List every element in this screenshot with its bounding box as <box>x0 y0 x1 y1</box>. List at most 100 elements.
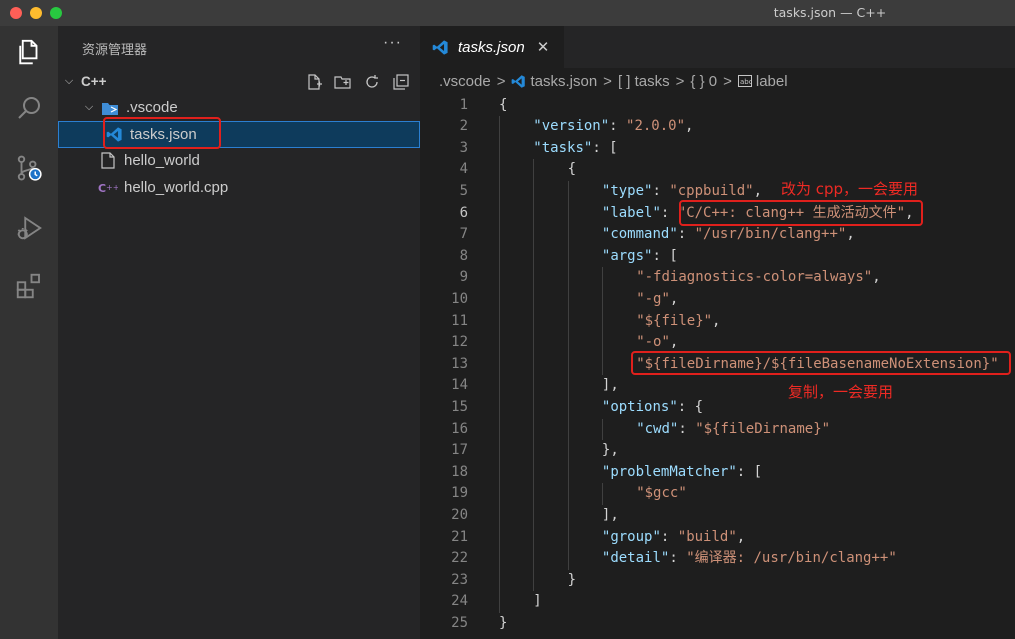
code-line[interactable]: 16 "cwd": "${fileDirname}" <box>420 419 1015 441</box>
line-number: 9 <box>459 269 468 286</box>
code-token: "编译器: /usr/bin/clang++" <box>686 550 897 567</box>
code-line[interactable]: 17}, <box>420 440 1015 462</box>
vscode-json-icon <box>511 74 526 89</box>
code-token: : <box>669 550 687 567</box>
sidebar-item-label: hello_world <box>124 152 200 169</box>
code-line[interactable]: 10 "-g", <box>420 289 1015 311</box>
breadcrumb-item[interactable]: .vscode <box>439 73 491 90</box>
breadcrumb-separator: > <box>675 72 685 90</box>
sidebar-item-hello-world[interactable]: hello_world <box>58 147 420 174</box>
code-line[interactable]: 3 "tasks": [ <box>420 138 1015 160</box>
code-text: ], <box>602 375 619 397</box>
line-number: 17 <box>451 442 468 459</box>
close-window-button[interactable] <box>10 7 22 19</box>
breadcrumb-item[interactable]: label <box>756 73 788 90</box>
sidebar-item-label: .vscode <box>126 99 178 116</box>
tab-label: tasks.json <box>458 38 525 56</box>
code-token: "-fdiagnostics-color=always" <box>636 269 873 286</box>
cpp-file-icon: C ++ <box>98 178 118 198</box>
code-line[interactable]: 1{ <box>420 95 1015 117</box>
code-line[interactable]: 9 "-fdiagnostics-color=always", <box>420 267 1015 289</box>
line-number: 18 <box>451 463 468 480</box>
code-editor[interactable]: 1{2 "version": "2.0.0", 3 "tasks": [4{5 "typ… <box>420 94 1015 639</box>
vscode-json-icon <box>432 39 449 56</box>
code-line[interactable]: 19 "$gcc" <box>420 483 1015 505</box>
code-line[interactable]: 20], <box>420 505 1015 527</box>
source-control-icon[interactable] <box>0 144 58 192</box>
line-number: 15 <box>451 399 468 415</box>
tab-tasks-json[interactable]: tasks.json ✕ <box>420 26 564 68</box>
more-actions-button[interactable]: ··· <box>383 34 402 52</box>
code-token: "build" <box>677 528 737 545</box>
line-number: 4 <box>459 161 468 178</box>
code-token: "${fileDirname}" <box>695 420 831 437</box>
code-line[interactable]: 8 "args": [ <box>420 246 1015 268</box>
new-file-icon[interactable] <box>305 73 323 91</box>
minimize-window-button[interactable] <box>30 7 42 19</box>
folder-header[interactable]: ⌵ C++ <box>58 68 420 95</box>
code-line[interactable]: 7 "command": "/usr/bin/clang++", <box>420 224 1015 246</box>
extensions-icon[interactable] <box>0 262 58 310</box>
code-token: : [ <box>652 247 678 264</box>
code-text: "${file}", <box>636 311 720 333</box>
code-line[interactable]: 11 "${file}", <box>420 311 1015 333</box>
collapse-all-icon[interactable] <box>392 73 410 91</box>
code-text: } <box>568 570 576 592</box>
new-folder-icon[interactable] <box>334 73 352 91</box>
code-token: , <box>753 183 763 199</box>
code-token: "group" <box>601 528 661 545</box>
highlight-box-label <box>679 200 923 226</box>
breadcrumb-item[interactable]: { } 0 <box>690 73 717 90</box>
code-text: ], <box>602 505 619 527</box>
line-number: 16 <box>451 420 468 437</box>
code-line[interactable]: 15 "options": { <box>420 397 1015 419</box>
highlight-box-tasks-json <box>103 117 221 149</box>
folder-icon <box>100 98 120 118</box>
code-token: : <box>660 204 678 221</box>
code-token: : [ <box>736 463 763 480</box>
svg-text:abc: abc <box>740 78 752 86</box>
code-line[interactable]: 21 "group": "build", <box>420 527 1015 549</box>
breadcrumb-item[interactable]: [ ] tasks <box>618 73 670 90</box>
code-token: { <box>567 161 577 178</box>
code-token: "options" <box>601 399 678 415</box>
line-number: 8 <box>459 247 468 264</box>
breadcrumb-item[interactable]: tasks.json <box>530 73 597 90</box>
code-token: : <box>609 118 627 135</box>
code-token: , <box>669 291 679 307</box>
refresh-icon[interactable] <box>363 73 381 91</box>
code-token: "cwd" <box>636 420 679 437</box>
code-line[interactable]: 25} <box>420 613 1015 635</box>
code-line[interactable]: 14], <box>420 375 1015 397</box>
code-text: "-fdiagnostics-color=always", <box>636 267 880 289</box>
code-line[interactable]: 23} <box>420 570 1015 592</box>
code-token: ], <box>601 377 619 394</box>
line-number: 13 <box>451 355 468 372</box>
code-token: "${file}" <box>636 312 713 329</box>
code-line[interactable]: 22 "detail": "编译器: /usr/bin/clang++" <box>420 548 1015 570</box>
code-text: "version": "2.0.0", <box>533 116 693 138</box>
code-line[interactable]: 18 "problemMatcher": [ <box>420 462 1015 484</box>
sidebar-item-hello-world-cpp[interactable]: C ++ hello_world.cpp <box>58 174 420 201</box>
code-line[interactable]: 24] <box>420 591 1015 613</box>
maximize-window-button[interactable] <box>50 7 62 19</box>
search-icon[interactable] <box>0 84 58 132</box>
folder-name: C++ <box>81 74 107 89</box>
chevron-down-icon: ⌵ <box>84 101 94 113</box>
code-token: { <box>499 96 508 113</box>
code-token: : { <box>677 399 704 415</box>
code-text: ] <box>533 591 541 613</box>
code-token: } <box>567 571 577 588</box>
close-tab-button[interactable]: ✕ <box>537 38 550 56</box>
explorer-icon[interactable] <box>0 28 58 76</box>
breadcrumb-separator: > <box>496 72 506 90</box>
run-debug-icon[interactable] <box>0 204 58 252</box>
line-number: 11 <box>451 312 468 329</box>
code-token: "2.0.0" <box>626 118 686 135</box>
code-line[interactable]: 4{ <box>420 159 1015 181</box>
code-line[interactable]: 2 "version": "2.0.0", <box>420 116 1015 138</box>
annotation-label-note: 改为 cpp，一会要用 <box>781 180 919 198</box>
code-token: , <box>712 312 721 329</box>
explorer-sidebar: 资源管理器 ··· ⌵ C++ ⌵ .vscode tasks.json hel… <box>58 26 420 639</box>
code-token: ], <box>601 507 619 523</box>
